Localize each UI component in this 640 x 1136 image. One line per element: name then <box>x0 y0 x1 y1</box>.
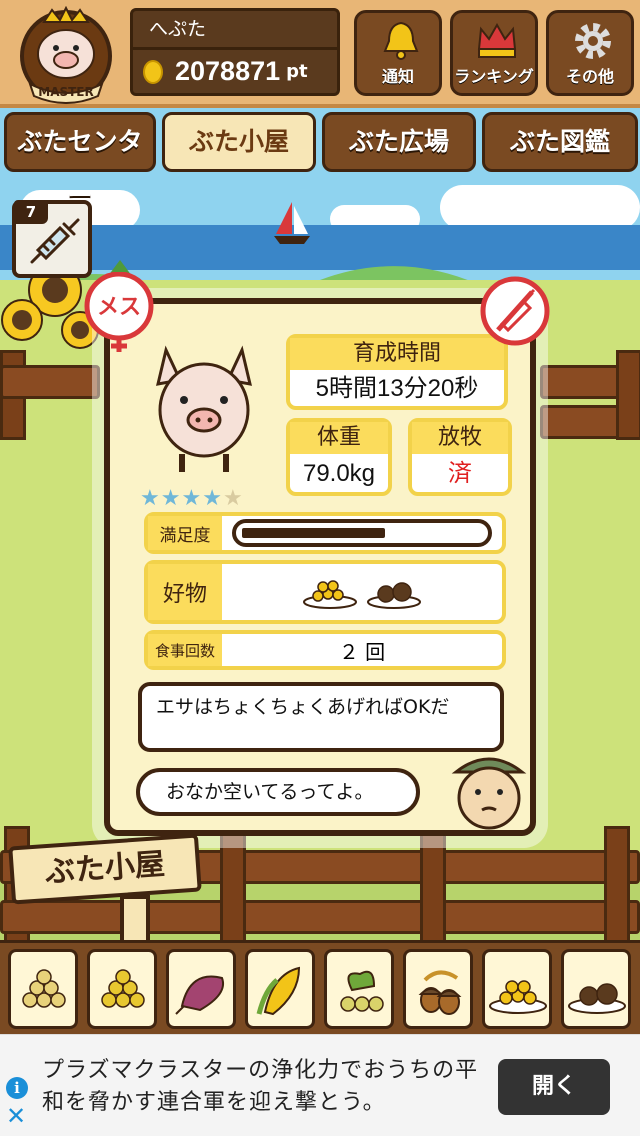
sailboat-icon <box>274 202 310 244</box>
rating-star: ★ <box>140 486 161 511</box>
points-value: 2078871 <box>175 56 281 86</box>
tab-buta-square[interactable]: ぶた広場 <box>322 112 476 172</box>
corn-plate-icon <box>489 980 547 1014</box>
pig-icon <box>156 345 252 472</box>
feed-button[interactable] <box>561 949 631 1029</box>
meal-count-row: 食事回数 ２ 回 <box>144 630 506 670</box>
rating-star: ★ <box>160 486 182 511</box>
close-icon[interactable]: ✕ <box>6 1104 26 1128</box>
ad-text: プラズマクラスターの浄化力でおうちの平和を脅かす連合軍を迎え撃とう。 <box>42 1058 479 1115</box>
no-syringe-icon[interactable] <box>480 276 550 346</box>
corn-icon <box>256 966 301 1016</box>
grazing-box: 放牧 済 <box>408 418 512 496</box>
satisfaction-fill <box>242 528 385 538</box>
feed-button[interactable] <box>324 949 394 1029</box>
feed-button[interactable] <box>245 949 315 1029</box>
points-unit: pt <box>286 61 308 82</box>
other-label: その他 <box>565 67 614 86</box>
nav-tabs: ぶたセンター ぶた小屋 ぶた広場 ぶた図鑑 <box>0 112 640 210</box>
bell-icon <box>383 21 419 60</box>
user-name: へぷた <box>130 8 340 50</box>
coin-icon <box>143 59 163 84</box>
satisfaction-gauge <box>232 519 492 547</box>
corn-grain-icon <box>101 969 145 1008</box>
feed-button[interactable] <box>403 949 473 1029</box>
weight-value: 79.0kg <box>302 460 376 487</box>
badge-text: MASTER <box>38 85 94 99</box>
satisfaction-label: 満足度 <box>148 516 222 550</box>
info-icon[interactable]: i <box>6 1077 28 1099</box>
sweet-potato-icon <box>175 975 224 1015</box>
farmer-icon <box>451 757 527 830</box>
fence-rail <box>0 900 640 934</box>
meatball-plate-icon <box>367 582 421 609</box>
other-button[interactable]: その他 <box>546 10 634 96</box>
header-bar: MASTER へぷた 2078871 pt 通知 ランキング その他 <box>0 0 640 108</box>
meal-count-value: ２ 回 <box>338 639 386 664</box>
points-display: 2078871 pt <box>130 50 340 96</box>
feed-button[interactable] <box>166 949 236 1029</box>
fence-post <box>616 350 640 440</box>
growth-time-box: 育成時間 5時間13分20秒 <box>286 334 508 410</box>
feed-bar <box>0 940 640 1034</box>
satisfaction-row: 満足度 <box>144 512 506 554</box>
ad-banner[interactable]: i プラズマクラスターの浄化力でおうちの平和を脅かす連合軍を迎え撃とう。 開く <box>0 1034 640 1136</box>
user-panel: へぷた 2078871 pt <box>130 8 340 96</box>
sign-post <box>120 895 150 945</box>
corn-plate-icon <box>303 580 357 609</box>
favorite-label: 好物 <box>148 564 222 620</box>
soybean-icon <box>22 969 66 1008</box>
cloud <box>440 185 640 230</box>
female-badge: メス <box>84 272 154 352</box>
acorn-icon <box>418 970 462 1015</box>
tab-buta-house-label: ぶた小屋 <box>188 127 289 156</box>
feed-button[interactable] <box>87 949 157 1029</box>
fence-rail <box>0 365 100 399</box>
meal-count-label: 食事回数 <box>148 634 222 666</box>
pig-info-card: ★★★★★ 育成時間 5時間13分20秒 体重 79.0kg 放牧 済 満足度 … <box>104 298 536 836</box>
gender-label: メス <box>97 295 141 320</box>
fence-post <box>604 826 630 946</box>
tab-buta-house[interactable]: ぶた小屋 <box>162 112 316 172</box>
ranking-button[interactable]: ランキング <box>450 10 538 96</box>
master-badge[interactable]: MASTER <box>14 6 118 104</box>
favorite-foods <box>222 574 502 610</box>
syringe-icon <box>30 218 80 264</box>
feed-button[interactable] <box>8 949 78 1029</box>
rating-star: ★ <box>222 486 244 511</box>
grazing-label: 放牧 <box>412 422 508 454</box>
notification-label: 通知 <box>381 67 414 86</box>
notification-button[interactable]: 通知 <box>354 10 442 96</box>
ranking-label: ランキング <box>454 67 534 86</box>
speech-bubble: おなか空いてるってよ。 <box>136 768 420 816</box>
herb-beans-icon <box>340 970 384 1012</box>
rating-star: ★ <box>202 486 223 511</box>
crown-icon <box>477 22 517 58</box>
growth-time-label: 育成時間 <box>290 338 504 370</box>
weight-box: 体重 79.0kg <box>286 418 392 496</box>
tab-buta-center[interactable]: ぶたセンター <box>4 112 156 210</box>
meatball-plate-icon <box>568 983 626 1014</box>
grazing-value: 済 <box>448 460 472 487</box>
weight-label: 体重 <box>290 422 388 454</box>
tab-buta-encyclopedia[interactable]: ぶた図鑑 <box>482 112 638 172</box>
rating-star: ★ <box>181 486 203 511</box>
rating-stars: ★★★★★ <box>140 486 244 511</box>
growth-time-value: 5時間13分20秒 <box>315 375 479 402</box>
ad-open-button[interactable]: 開く <box>498 1059 610 1115</box>
feed-button[interactable] <box>482 949 552 1029</box>
favorite-food-row: 好物 <box>144 560 506 624</box>
gear-icon <box>575 23 611 59</box>
tip-bubble: エサはちょくちょくあげればOKだ <box>138 682 504 752</box>
syringe-item-button[interactable]: 7 <box>12 200 92 278</box>
